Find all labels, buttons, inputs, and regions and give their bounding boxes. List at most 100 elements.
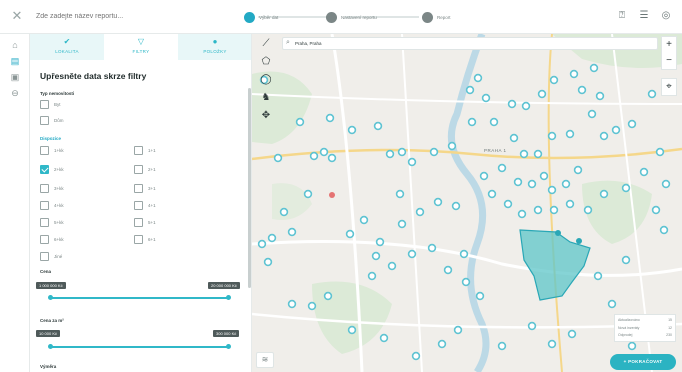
circle-icon[interactable]: ◯: [258, 72, 274, 88]
checkbox-other[interactable]: [40, 252, 49, 261]
document-icon[interactable]: ▤: [8, 54, 22, 68]
checkbox-label: 5+kk: [54, 220, 64, 225]
step-label: Nastavení reportu: [341, 14, 377, 20]
step-report[interactable]: Report: [422, 11, 451, 23]
checkbox-2-1[interactable]: [134, 165, 143, 174]
legend-label: Odprodej: [618, 333, 633, 337]
briefcase-icon[interactable]: ▣: [8, 70, 22, 84]
zoom-out-button[interactable]: −: [662, 53, 676, 69]
price-m2-slider-track[interactable]: [50, 346, 230, 348]
step-label: Výběr dat: [259, 14, 279, 20]
settings-icon[interactable]: ⊖: [8, 86, 22, 100]
tab-label: FILTRY: [132, 49, 150, 54]
checkbox-label: 2+1: [148, 167, 156, 172]
checkbox-label: 4+1: [148, 203, 156, 208]
step-dot: [326, 11, 337, 23]
checkbox-label: 1+1: [148, 148, 156, 153]
checkbox-3kk[interactable]: [40, 184, 49, 193]
tab-label: LOKALITA: [55, 49, 79, 54]
legend-value: 230: [666, 333, 672, 337]
checkbox-house[interactable]: [40, 116, 49, 125]
home-icon[interactable]: ⌂: [8, 38, 22, 52]
move-icon[interactable]: ✥: [258, 108, 274, 124]
menu-icon[interactable]: ☰: [638, 10, 650, 22]
checkbox-4kk[interactable]: [40, 201, 49, 210]
price-slider-min-handle[interactable]: [48, 295, 53, 300]
help-icon[interactable]: ⍰: [616, 10, 628, 22]
tab-items[interactable]: ● POLOŽKY: [178, 34, 251, 60]
city-label: PRAHA 1: [484, 148, 507, 153]
panel-scrollbar[interactable]: [248, 88, 251, 288]
checkbox-label: 3+kk: [54, 186, 64, 191]
checkbox-label: 2+kk: [54, 167, 64, 172]
checkbox-label: 6+kk: [54, 237, 64, 242]
user-icon[interactable]: ◎: [660, 10, 672, 22]
checkbox-4-1[interactable]: [134, 201, 143, 210]
price-slider-track[interactable]: [50, 297, 230, 299]
legend-label: Nová inzeráty: [618, 325, 640, 330]
checkbox-label: 3+1: [148, 186, 156, 191]
price-m2-min-badge: 10 000 Kč: [36, 330, 61, 337]
checkbox-label: 1+kk: [54, 148, 64, 153]
checkbox-5-1[interactable]: [134, 218, 143, 227]
layout-label: Dispozice: [40, 136, 62, 141]
left-rail: ⌂ ▤ ▣ ⊖: [0, 34, 30, 372]
checkbox-1-1[interactable]: [134, 146, 143, 155]
panel-tabs: ✔ LOKALITA ▽ FILTRY ● POLOŽKY: [30, 34, 251, 60]
search-icon: ⌕: [286, 39, 290, 46]
price-per-m2-label: Cena za m²: [40, 318, 64, 323]
checkbox-6kk[interactable]: [40, 235, 49, 244]
zoom-in-button[interactable]: +: [662, 37, 676, 53]
price-m2-max-badge: 300 000 Kč: [213, 330, 240, 337]
step-dot: [244, 11, 255, 23]
check-circle-icon: ✔: [63, 37, 71, 46]
continue-button[interactable]: + POKRAČOVAT: [610, 354, 676, 370]
top-icons: ⍰ ☰ ◎: [616, 10, 672, 22]
pin-icon: ●: [212, 37, 218, 46]
step-settings[interactable]: Nastavení reportu: [326, 11, 377, 23]
checkbox-2kk[interactable]: [40, 165, 49, 174]
top-bar: ✕ Výběr dat Nastavení reportu Report ⍰ ☰…: [0, 0, 682, 34]
price-min-badge: 1 000 000 Kč: [36, 282, 66, 289]
legend-row: Odprodej 230: [618, 332, 672, 340]
map-legend: Aktualizováno 15 Nová inzeráty 12 Odprodej…: [614, 314, 676, 342]
checkbox-5kk[interactable]: [40, 218, 49, 227]
draw-line-icon[interactable]: ⟋: [258, 36, 274, 52]
legend-row: Nová inzeráty 12: [618, 325, 672, 333]
stepper: Výběr dat Nastavení reportu Report: [244, 11, 454, 23]
price-m2-slider-min-handle[interactable]: [48, 344, 53, 349]
walk-icon[interactable]: ♞: [258, 90, 274, 106]
legend-value: 12: [668, 325, 672, 330]
map-search-value: Praha, Praha: [295, 41, 322, 46]
tab-location[interactable]: ✔ LOKALITA: [30, 34, 104, 60]
property-type-label: Typ nemovitosti: [40, 91, 75, 96]
locate-control: ⌖: [661, 78, 677, 96]
checkbox-label: 6+1: [148, 237, 156, 242]
tab-filters[interactable]: ▽ FILTRY: [104, 34, 178, 60]
locate-icon[interactable]: ⌖: [662, 79, 676, 95]
close-icon[interactable]: ✕: [10, 9, 24, 23]
price-max-badge: 20 000 000 Kč: [208, 282, 240, 289]
draw-polygon-icon[interactable]: ⬠: [258, 54, 274, 70]
checkbox-3-1[interactable]: [134, 184, 143, 193]
report-name-input[interactable]: [36, 10, 216, 24]
checkbox-6-1[interactable]: [134, 235, 143, 244]
checkbox-label: 4+kk: [54, 203, 64, 208]
checkbox-flat[interactable]: [40, 100, 49, 109]
step-dot: [422, 11, 433, 23]
legend-label: Aktualizováno: [618, 318, 640, 322]
area-label: Výměra: [40, 364, 57, 369]
tab-label: POLOŽKY: [203, 49, 227, 54]
filter-icon: ▽: [137, 37, 145, 46]
layers-icon[interactable]: ≋: [256, 352, 274, 368]
price-slider-max-handle[interactable]: [226, 295, 231, 300]
legend-value: 15: [668, 318, 672, 322]
checkbox-label: Jiné: [54, 254, 63, 259]
filter-panel: ✔ LOKALITA ▽ FILTRY ● POLOŽKY Upřesněte …: [30, 34, 252, 372]
map[interactable]: ⟋ ⬠ ◯ ♞ ✥ ⌕ Praha, Praha + − ⌖ PRAHA 1 A…: [252, 34, 682, 372]
step-label: Report: [437, 14, 451, 20]
step-data[interactable]: Výběr dat: [244, 11, 278, 23]
map-search[interactable]: ⌕ Praha, Praha: [282, 37, 658, 50]
checkbox-1kk[interactable]: [40, 146, 49, 155]
price-m2-slider-max-handle[interactable]: [226, 344, 231, 349]
